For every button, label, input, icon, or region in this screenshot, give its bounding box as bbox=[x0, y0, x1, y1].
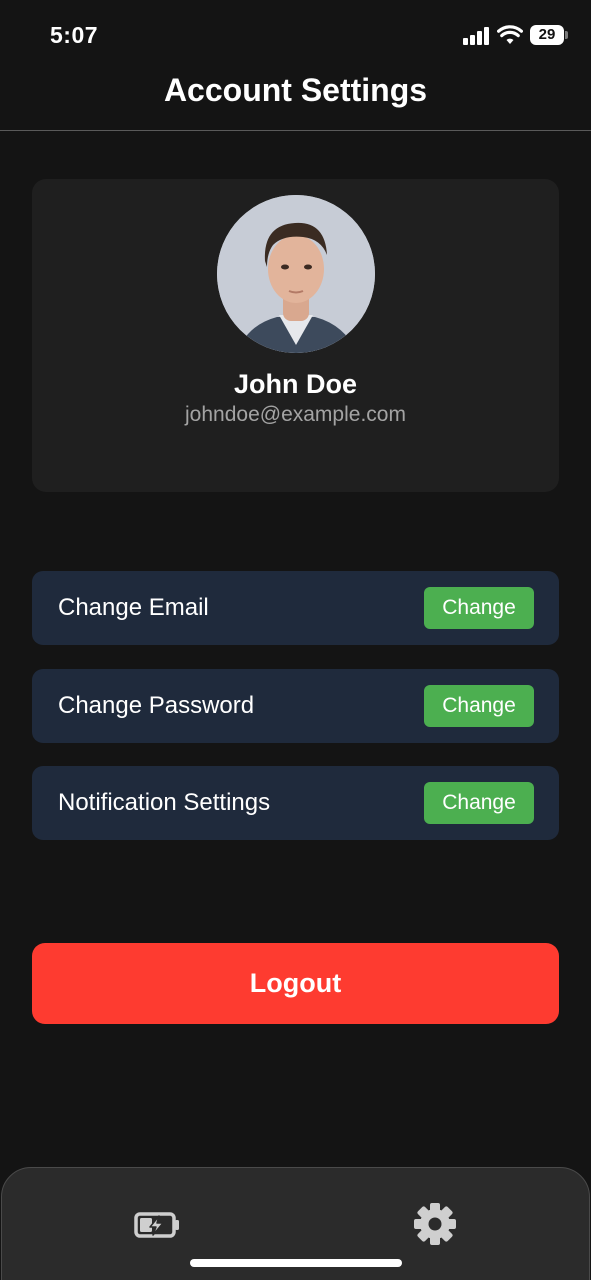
status-bar: 5:07 29 bbox=[0, 0, 591, 70]
signal-icon bbox=[463, 27, 489, 45]
setting-row-notification-settings: Notification Settings Change bbox=[32, 766, 559, 840]
avatar-photo bbox=[217, 195, 375, 353]
setting-row-change-password: Change Password Change bbox=[32, 669, 559, 743]
setting-label: Change Email bbox=[58, 594, 209, 621]
setting-label: Notification Settings bbox=[58, 789, 271, 816]
battery-charging-icon bbox=[134, 1212, 179, 1238]
tab-settings[interactable] bbox=[400, 1188, 470, 1260]
home-indicator bbox=[190, 1259, 402, 1267]
wifi-icon bbox=[497, 25, 523, 44]
status-time: 5:07 bbox=[50, 22, 99, 48]
page-title: Account Settings bbox=[163, 72, 428, 108]
battery-level: 29 bbox=[538, 26, 556, 43]
logout-button[interactable]: Logout bbox=[32, 943, 559, 1024]
battery-icon: 29 bbox=[530, 25, 568, 45]
header: Account Settings bbox=[0, 70, 591, 131]
tab-battery[interactable] bbox=[123, 1188, 193, 1260]
gear-icon bbox=[414, 1203, 456, 1245]
profile-card: John Doe johndoe@example.com bbox=[32, 179, 559, 492]
avatar bbox=[217, 195, 375, 353]
change-email-button[interactable]: Change bbox=[424, 587, 534, 629]
change-notification-settings-button[interactable]: Change bbox=[424, 782, 534, 824]
setting-row-change-email: Change Email Change bbox=[32, 571, 559, 645]
setting-label: Change Password bbox=[58, 692, 255, 719]
account-settings-screen: 5:07 29 Account Settings John Doe johndo… bbox=[0, 0, 591, 1280]
change-password-button[interactable]: Change bbox=[424, 685, 534, 727]
profile-email: johndoe@example.com bbox=[185, 403, 406, 426]
profile-name: John Doe bbox=[233, 369, 357, 399]
